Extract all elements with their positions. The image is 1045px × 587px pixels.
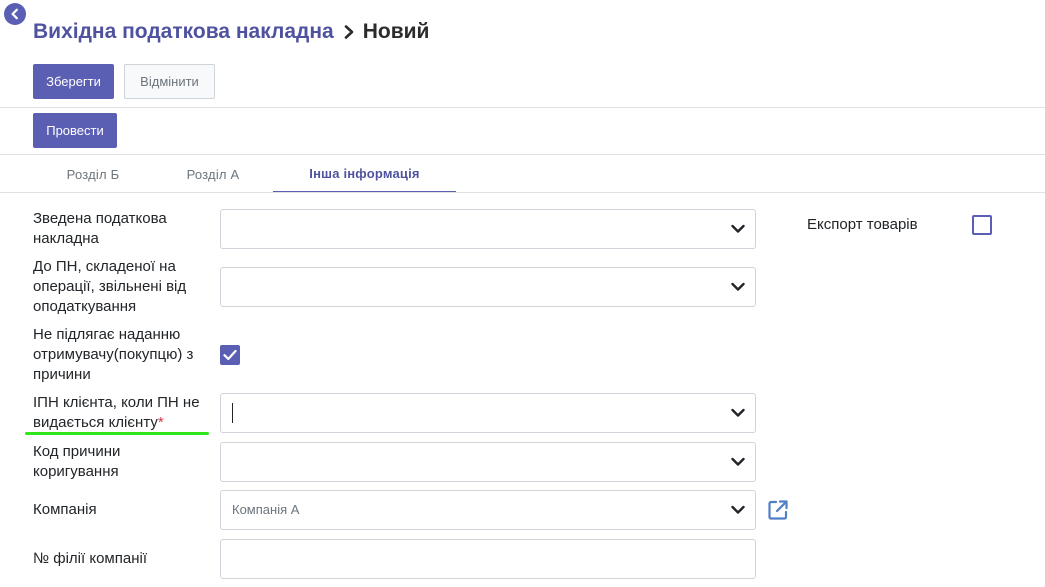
consolidated-invoice-label: Зведена податкова накладна	[33, 210, 167, 247]
not-issued-checkbox[interactable]	[220, 345, 240, 365]
client-ipn-select[interactable]	[220, 393, 756, 433]
company-label: Компанія	[33, 501, 97, 518]
company-select[interactable]: Компанія А	[220, 490, 756, 530]
post-button[interactable]: Провести	[33, 113, 117, 148]
tab-section-a[interactable]: Розділ А	[153, 155, 273, 193]
tab-other-info[interactable]: Інша інформація	[273, 155, 456, 193]
breadcrumb-parent-link[interactable]: Вихідна податкова накладна	[33, 20, 334, 44]
chevron-left-icon	[11, 8, 18, 20]
breadcrumb: Вихідна податкова накладна Новий	[33, 20, 429, 44]
notebook-tabs: Розділ Б Розділ А Інша інформація	[33, 155, 456, 193]
required-asterisk: *	[157, 414, 164, 431]
export-goods-checkbox[interactable]	[972, 215, 992, 235]
branch-number-label: № філії компанії	[33, 550, 147, 567]
chevron-right-icon	[343, 24, 355, 40]
save-button[interactable]: Зберегти	[33, 64, 114, 99]
chevron-down-icon	[731, 457, 745, 466]
client-ipn-label: ІПН клієнта, коли ПН не видається клієнт…	[33, 393, 211, 433]
discard-button[interactable]: Відмінити	[124, 64, 215, 99]
chevron-down-icon	[731, 408, 745, 417]
client-ipn-label-text: ІПН клієнта, коли ПН не видається клієнт…	[33, 394, 200, 431]
text-cursor	[232, 403, 233, 423]
tab-section-b[interactable]: Розділ Б	[33, 155, 153, 193]
chevron-down-icon	[731, 282, 745, 291]
header-divider	[0, 107, 1045, 108]
tabs-divider	[0, 192, 1045, 193]
chevron-down-icon	[731, 505, 745, 514]
page-title: Новий	[362, 20, 430, 43]
back-button[interactable]	[4, 3, 26, 25]
consolidated-invoice-select[interactable]	[220, 209, 756, 249]
annotation-underline	[25, 432, 209, 435]
checkmark-icon	[223, 349, 237, 361]
export-goods-label: Експорт товарів	[807, 216, 918, 233]
chevron-down-icon	[731, 224, 745, 233]
external-link-icon[interactable]	[766, 498, 790, 522]
branch-number-input[interactable]	[220, 539, 756, 579]
correction-code-label: Код причини коригування	[33, 443, 121, 480]
exempt-operations-label: До ПН, складеної на операції, звільнені …	[33, 258, 187, 315]
exempt-operations-select[interactable]	[220, 267, 756, 307]
correction-code-select[interactable]	[220, 442, 756, 482]
not-issued-reason-label: Не підлягає наданню отримувачу(покупцю) …	[33, 326, 194, 383]
company-placeholder: Компанія А	[232, 502, 300, 517]
